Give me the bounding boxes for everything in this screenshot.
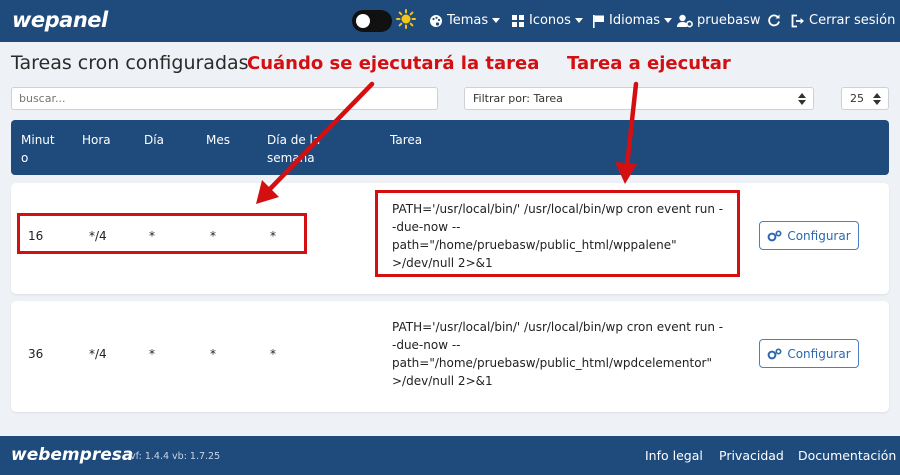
configure-button[interactable]: Configurar — [759, 221, 859, 250]
header-month: Mes — [206, 133, 230, 147]
filter-select[interactable]: Filtrar por: Tarea — [464, 87, 814, 110]
search-input[interactable] — [11, 87, 438, 110]
task-line: >/dev/null 2>&1 — [392, 374, 493, 388]
sun-icon[interactable] — [396, 9, 416, 29]
chevron-down-icon — [664, 17, 673, 23]
footer-link-docs[interactable]: Documentación — [798, 448, 896, 463]
select-arrows-icon — [798, 93, 806, 105]
page-size-value: 25 — [850, 92, 864, 105]
filter-select-value: Filtrar por: Tarea — [473, 92, 563, 105]
nav-temas-label: Temas — [447, 13, 489, 28]
annotation-task: Tarea a ejecutar — [567, 53, 731, 74]
chevron-down-icon — [574, 17, 583, 23]
page-title: Tareas cron configuradas — [11, 52, 249, 74]
cell-hour: */4 — [89, 347, 107, 361]
select-arrows-icon — [873, 93, 881, 105]
nav-iconos-label: Iconos — [529, 13, 571, 28]
cell-day: * — [149, 347, 155, 361]
task-line: -due-now -- — [392, 338, 461, 352]
nav-idiomas[interactable]: Idiomas — [592, 13, 673, 28]
task-line: path="/home/pruebasw/public_html/wpdcele… — [392, 356, 712, 370]
header-day: Día — [144, 133, 164, 147]
cell-weekday: * — [270, 347, 276, 361]
user-cog-icon — [677, 14, 693, 27]
highlight-task-box — [375, 190, 740, 277]
nav-temas[interactable]: Temas — [429, 13, 501, 28]
header-minute-line1: Minut — [21, 133, 55, 147]
logout-button[interactable]: Cerrar sesión — [791, 13, 895, 28]
footer-logo[interactable]: webempresa — [11, 445, 133, 465]
header-weekday: Día de la semana — [267, 131, 320, 167]
footer-link-legal[interactable]: Info legal — [645, 448, 703, 463]
gears-icon — [767, 229, 782, 241]
cell-task: PATH='/usr/local/bin/' /usr/local/bin/wp… — [392, 318, 742, 390]
logout-icon — [791, 14, 804, 27]
header-weekday-line2: semana — [267, 151, 315, 165]
footer-version: vf: 1.4.4 vb: 1.7.25 — [130, 451, 221, 462]
table-header: Minut o Hora Día Mes Día de la semana Ta… — [11, 120, 889, 175]
annotation-schedule: Cuándo se ejecutará la tarea — [247, 53, 540, 74]
cell-minute: 36 — [28, 347, 44, 361]
table-row: 36 */4 * * * PATH='/usr/local/bin/' /usr… — [11, 301, 889, 412]
configure-button-label: Configurar — [787, 228, 851, 243]
task-line: PATH='/usr/local/bin/' /usr/local/bin/wp… — [392, 320, 724, 334]
footer-link-privacy[interactable]: Privacidad — [719, 448, 784, 463]
nav-user[interactable]: pruebasw — [677, 13, 760, 28]
cell-month: * — [210, 347, 216, 361]
header-weekday-line1: Día de la — [267, 133, 321, 147]
app-logo[interactable]: wepanel — [12, 8, 108, 32]
page-size-select[interactable]: 25 — [841, 87, 889, 110]
grid-icon — [512, 14, 524, 27]
logout-label: Cerrar sesión — [809, 13, 896, 28]
nav-iconos[interactable]: Iconos — [511, 13, 583, 28]
header-task: Tarea — [390, 133, 423, 147]
chevron-down-icon — [492, 17, 501, 23]
palette-icon — [430, 14, 442, 27]
header-minute-line2: o — [21, 151, 29, 165]
nav-user-label: pruebasw — [697, 13, 761, 28]
header-minute: Minut o — [21, 131, 55, 167]
toggle-knob — [356, 14, 370, 28]
header-hour: Hora — [82, 133, 111, 147]
nav-idiomas-label: Idiomas — [609, 13, 661, 28]
highlight-schedule-box — [17, 213, 307, 254]
configure-button[interactable]: Configurar — [759, 339, 859, 368]
footer: webempresa vf: 1.4.4 vb: 1.7.25 Info leg… — [0, 436, 900, 475]
theme-toggle[interactable] — [352, 10, 392, 32]
top-navbar: wepanel Temas Iconos Idiomas pruebasw Ce… — [0, 0, 900, 42]
flag-icon — [593, 14, 604, 28]
gears-icon — [767, 347, 782, 359]
refresh-button[interactable] — [767, 13, 781, 27]
refresh-icon — [768, 14, 780, 27]
configure-button-label: Configurar — [787, 346, 851, 361]
